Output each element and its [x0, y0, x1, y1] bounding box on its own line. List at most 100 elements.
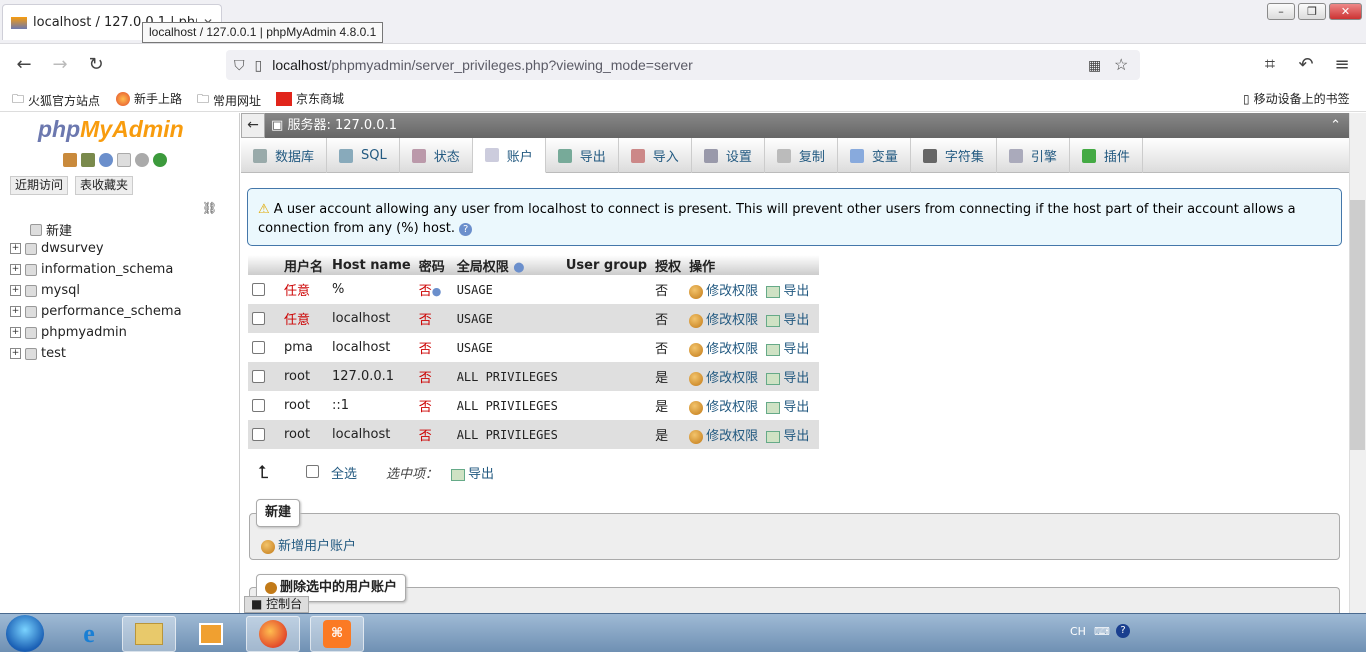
edit-privileges-link[interactable]: 修改权限	[689, 400, 758, 415]
help-icon[interactable]: ?	[1116, 624, 1130, 638]
home-icon[interactable]	[63, 153, 77, 167]
tab-recent[interactable]: 近期访问	[10, 176, 69, 195]
export-link[interactable]: 导出	[766, 371, 809, 386]
shield-icon[interactable]: ⛉	[234, 57, 245, 74]
reload-icon[interactable]: ↻	[84, 53, 108, 77]
star-icon[interactable]: ☆	[1114, 55, 1128, 75]
reload-icon[interactable]	[153, 153, 167, 167]
tab-plugins[interactable]: 插件	[1070, 138, 1143, 173]
restore-button[interactable]: ❐	[1298, 3, 1326, 20]
bookmark-item[interactable]: 🗀 火狐官方站点	[12, 90, 100, 111]
help-icon[interactable]: ●	[432, 285, 442, 298]
expand-icon[interactable]: +	[10, 348, 21, 359]
tab-settings[interactable]: 设置	[692, 138, 765, 173]
keyboard-icon[interactable]: ⌨	[1094, 625, 1110, 638]
tab-status[interactable]: 状态	[400, 138, 473, 173]
row-checkbox[interactable]	[252, 428, 265, 441]
bulk-export-link[interactable]: 导出	[451, 463, 494, 482]
tree-database[interactable]: + dwsurvey	[10, 241, 104, 256]
cell-privileges: ALL PRIVILEGES	[452, 391, 562, 420]
ie-taskbar-icon[interactable]: e	[62, 616, 116, 652]
tab-favorites[interactable]: 表收藏夹	[75, 176, 134, 195]
tab-charsets[interactable]: 字符集	[911, 138, 997, 173]
tree-database[interactable]: + phpmyadmin	[10, 325, 127, 340]
edit-privileges-link[interactable]: 修改权限	[689, 371, 758, 386]
export-link[interactable]: 导出	[766, 400, 809, 415]
expand-icon[interactable]: +	[10, 327, 21, 338]
row-checkbox[interactable]	[252, 341, 265, 354]
console-icon: ■	[251, 597, 263, 611]
select-all-checkbox[interactable]	[306, 464, 319, 479]
export-link[interactable]: 导出	[766, 342, 809, 357]
row-checkbox[interactable]	[252, 283, 265, 296]
mobile-bookmarks[interactable]: ▯ 移动设备上的书签	[1243, 90, 1350, 107]
tree-database[interactable]: + information_schema	[10, 262, 173, 277]
header-username[interactable]: 用户名	[280, 255, 328, 275]
forward-arrow-icon[interactable]: →	[48, 53, 72, 77]
tab-import[interactable]: 导入	[619, 138, 692, 173]
expand-icon[interactable]: +	[10, 306, 21, 317]
tree-database[interactable]: + mysql	[10, 283, 80, 298]
link-chain-icon[interactable]: ⛓	[202, 201, 217, 215]
export-link[interactable]: 导出	[766, 429, 809, 444]
edit-privileges-link[interactable]: 修改权限	[689, 284, 758, 299]
header-hostname[interactable]: Host name	[328, 255, 415, 275]
start-button-icon[interactable]	[6, 615, 44, 652]
export-icon	[766, 430, 781, 443]
bookmark-item[interactable]: 京东商城	[276, 90, 344, 107]
undo-icon[interactable]: ↶	[1294, 53, 1318, 77]
tab-variables[interactable]: 变量	[838, 138, 911, 173]
tree-new-database[interactable]: 新建	[30, 220, 72, 239]
bookmark-item[interactable]: 新手上路	[116, 90, 182, 107]
xampp-taskbar-icon[interactable]: ⌘	[310, 616, 364, 652]
tab-engines[interactable]: 引擎	[997, 138, 1070, 173]
bookmark-item[interactable]: 🗀 常用网址	[197, 90, 261, 111]
tab-export[interactable]: 导出	[546, 138, 619, 173]
menu-icon[interactable]: ≡	[1330, 53, 1354, 77]
language-indicator[interactable]: CH	[1070, 625, 1086, 638]
add-user-account-link[interactable]: 新增用户账户	[261, 535, 356, 554]
docs-icon[interactable]	[117, 153, 131, 167]
tree-database[interactable]: + test	[10, 346, 66, 361]
cell-user-group	[561, 304, 652, 333]
help-icon[interactable]: ?	[459, 223, 473, 236]
tab-replication[interactable]: 复制	[765, 138, 838, 173]
row-checkbox[interactable]	[252, 370, 265, 383]
help-icon[interactable]	[99, 153, 113, 167]
select-all-link[interactable]: 全选	[331, 463, 357, 482]
left-navigation-panel: phpMyAdmin 近期访问 表收藏夹 ⛓ 新建 + dwsurvey + inf…	[0, 113, 240, 613]
edit-privileges-link[interactable]: 修改权限	[689, 313, 758, 328]
expand-icon[interactable]: +	[10, 243, 21, 254]
collapse-nav-button[interactable]: ←	[241, 113, 265, 138]
gear-icon[interactable]	[135, 153, 149, 167]
help-icon[interactable]: ●	[513, 260, 524, 275]
tab-sql[interactable]: SQL	[327, 138, 400, 173]
url-bar[interactable]: ⛉ ▯ localhost/phpmyadmin/server_privileg…	[226, 50, 1140, 80]
minimize-button[interactable]: –	[1267, 3, 1295, 20]
back-arrow-icon[interactable]: ←	[12, 53, 36, 77]
export-link[interactable]: 导出	[766, 284, 809, 299]
row-checkbox[interactable]	[252, 312, 265, 325]
edit-privileges-link[interactable]: 修改权限	[689, 429, 758, 444]
expand-icon[interactable]: +	[10, 264, 21, 275]
tab-databases[interactable]: 数据库	[241, 138, 328, 173]
collapse-icon[interactable]: ⌃	[1330, 113, 1341, 138]
header-password[interactable]: 密码	[414, 255, 453, 275]
tree-database[interactable]: + performance_schema	[10, 304, 182, 319]
close-window-button[interactable]: ✕	[1329, 3, 1362, 20]
export-link[interactable]: 导出	[766, 313, 809, 328]
tab-accounts[interactable]: 账户	[472, 138, 546, 173]
explorer-taskbar-icon[interactable]	[122, 616, 176, 652]
firefox-taskbar-icon[interactable]	[246, 616, 300, 652]
media-player-taskbar-icon[interactable]	[184, 616, 238, 652]
screenshot-crop-icon[interactable]: ⌗	[1258, 53, 1282, 77]
edit-privileges-link[interactable]: 修改权限	[689, 342, 758, 357]
wrench-icon	[703, 148, 718, 163]
qr-code-icon[interactable]: ▦	[1088, 57, 1101, 74]
console-toggle[interactable]: ■ 控制台	[244, 596, 310, 613]
scrollbar-thumb[interactable]	[1350, 200, 1365, 450]
phpmyadmin-logo[interactable]: phpMyAdmin	[38, 116, 184, 143]
expand-icon[interactable]: +	[10, 285, 21, 296]
row-checkbox[interactable]	[252, 399, 265, 412]
logout-icon[interactable]	[81, 153, 95, 167]
